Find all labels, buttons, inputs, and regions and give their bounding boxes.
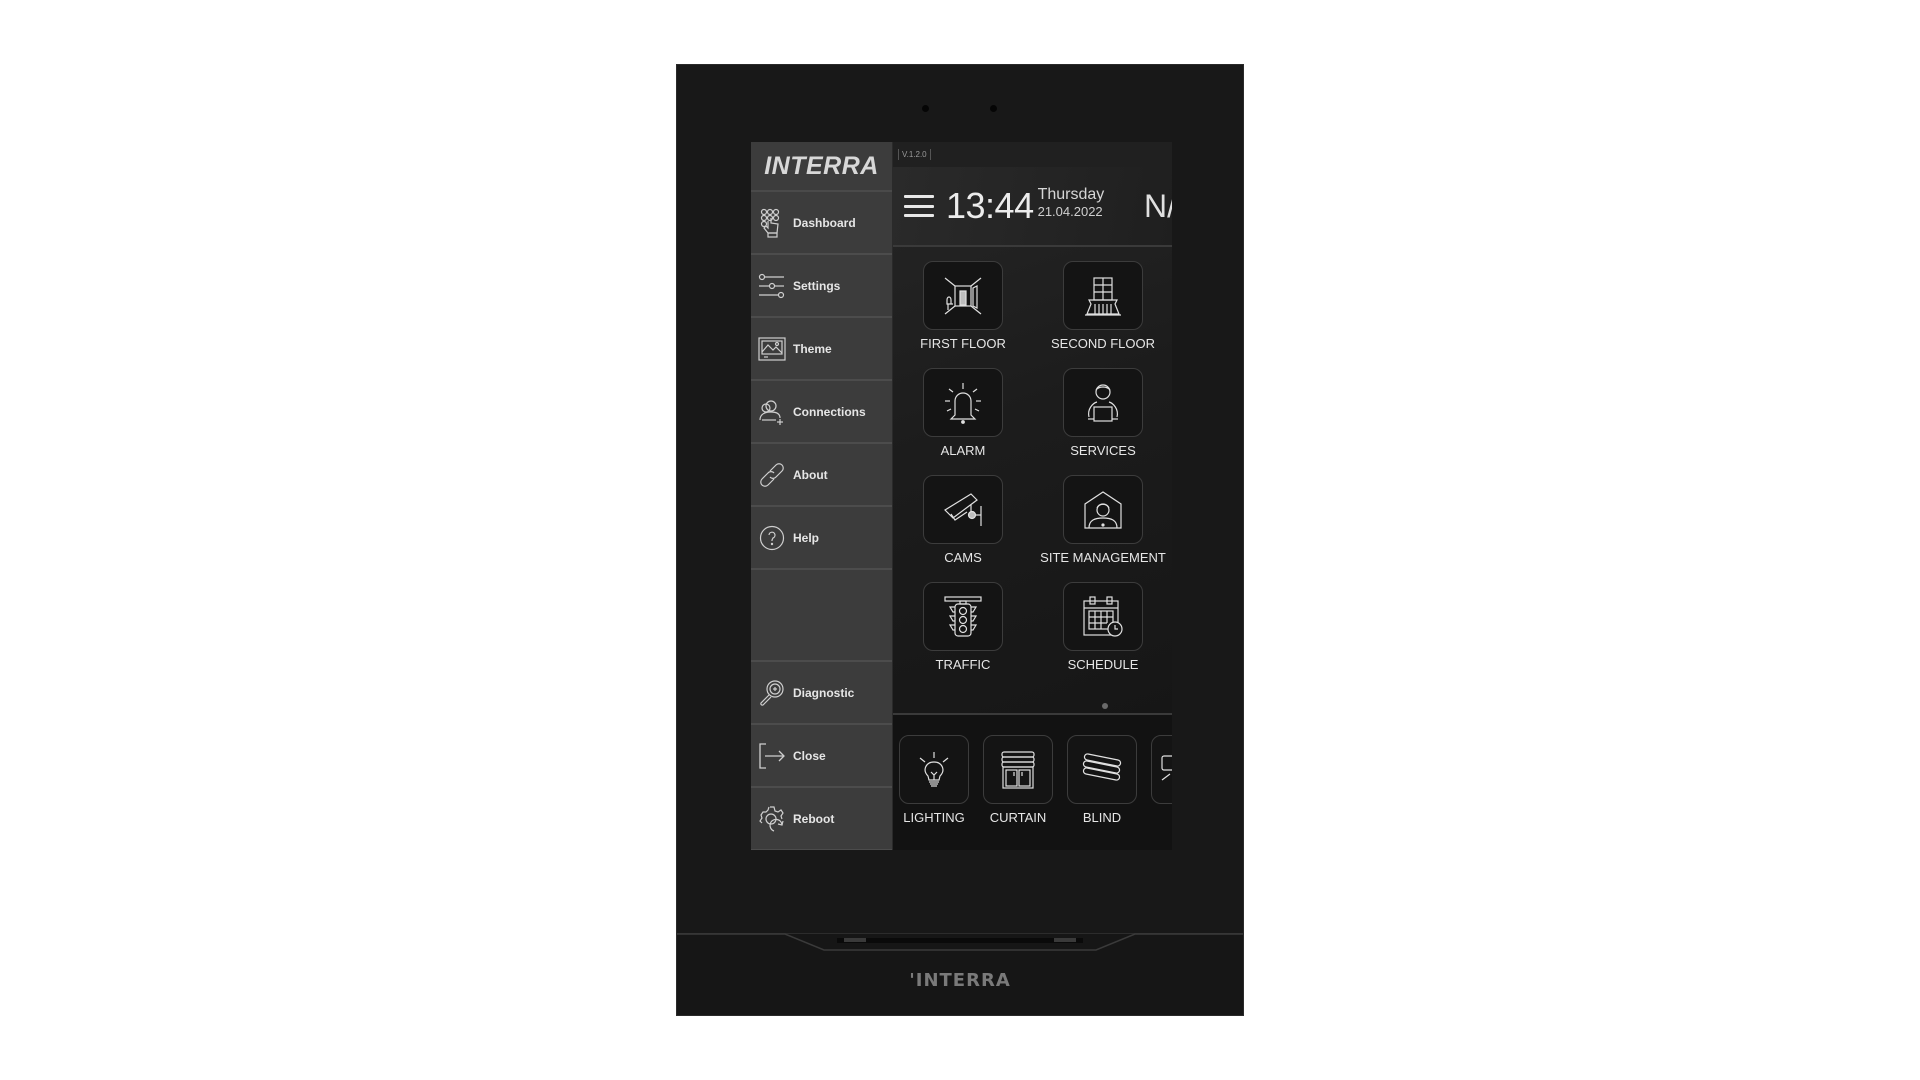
sidebar-item-label: Dashboard xyxy=(793,215,856,230)
tile-icon-box xyxy=(983,735,1053,804)
security-camera-icon xyxy=(944,492,982,526)
date-label: 21.04.2022 xyxy=(1037,203,1103,219)
tile-icon-box xyxy=(1063,368,1143,437)
balcony-window-icon xyxy=(1085,276,1121,316)
header-right-text: N/ xyxy=(1144,187,1172,224)
header: 13:44 Thursday 21.04.2022 N/ xyxy=(893,167,1172,247)
sidebar-item-label: Settings xyxy=(793,278,841,293)
link-icon xyxy=(757,460,787,490)
sidebar-item-label: Diagnostic xyxy=(793,685,855,700)
blind-icon xyxy=(1082,752,1122,781)
clock-time: 13:44 xyxy=(946,185,1034,226)
tile-schedule[interactable]: SCHEDULE xyxy=(1033,582,1172,689)
tile-label: CAMS xyxy=(944,550,982,565)
partial-tile-icon xyxy=(1161,754,1172,780)
tile-label: FIRST FLOOR xyxy=(920,336,1006,351)
tile-icon-box xyxy=(923,582,1003,651)
tile-second-floor[interactable]: SECOND FLOOR xyxy=(1033,261,1172,368)
house-person-icon xyxy=(1084,490,1122,529)
tile-label: LIGHTING xyxy=(903,810,965,825)
tile-label: SERVICES xyxy=(1070,443,1136,458)
tile-icon-box xyxy=(1063,475,1143,544)
sidebar-item-connections[interactable]: Connections xyxy=(751,381,892,444)
sidebar: INTERRA Dashboard Settings Theme Connect… xyxy=(751,142,893,850)
exit-icon xyxy=(757,741,787,771)
menu-icon-bar xyxy=(904,214,934,217)
tile-traffic[interactable]: TRAFFIC xyxy=(893,582,1033,689)
sidebar-item-label: Theme xyxy=(793,341,832,356)
tile-label: BLIND xyxy=(1082,810,1122,825)
help-circle-icon xyxy=(757,523,787,553)
tile-icon-box xyxy=(1063,261,1143,330)
camera-sensor-right xyxy=(990,105,997,112)
sidebar-item-label: Reboot xyxy=(793,811,835,826)
version-label: V.1.2.0 xyxy=(898,149,931,160)
sidebar-item-label: About xyxy=(793,467,828,482)
app-logo: INTERRA xyxy=(751,142,892,192)
tile-cams[interactable]: CAMS xyxy=(893,475,1033,582)
magnifier-plus-icon xyxy=(757,678,787,708)
hamburger-menu-button[interactable] xyxy=(904,195,934,217)
person-laptop-icon xyxy=(1088,383,1118,422)
tile-icon-box xyxy=(923,368,1003,437)
dock-lighting[interactable]: LIGHTING xyxy=(899,735,969,825)
dock-blind[interactable]: BLIND xyxy=(1067,735,1137,825)
date-block: Thursday 21.04.2022 xyxy=(1038,186,1105,219)
touch-screen: INTERRA Dashboard Settings Theme Connect… xyxy=(751,142,1172,850)
page-indicator-dot[interactable] xyxy=(1102,703,1108,709)
sidebar-item-label: Connections xyxy=(793,404,866,419)
sliders-icon xyxy=(757,271,787,301)
sidebar-item-about[interactable]: About xyxy=(751,444,892,507)
sidebar-item-settings[interactable]: Settings xyxy=(751,255,892,318)
light-bulb-icon xyxy=(919,751,949,787)
tile-grid: FIRST FLOOR SECOND FLOOR ALARM SERVICES … xyxy=(893,247,1172,689)
day-of-week: Thursday xyxy=(1037,185,1105,203)
sidebar-item-help[interactable]: Help xyxy=(751,507,892,570)
tile-label: CURTAIN xyxy=(989,810,1047,825)
tile-alarm[interactable]: ALARM xyxy=(893,368,1033,475)
device-notch xyxy=(677,933,1243,951)
user-add-icon xyxy=(757,397,787,427)
status-strip: V.1.2.0 xyxy=(893,142,1172,167)
tile-icon-box xyxy=(923,475,1003,544)
camera-sensor-left xyxy=(922,105,929,112)
sidebar-item-diagnostic[interactable]: Diagnostic xyxy=(751,662,892,725)
room-icon xyxy=(944,277,982,314)
sidebar-item-reboot[interactable]: Reboot xyxy=(751,788,892,850)
device-brand-logo: 'INTERRA xyxy=(909,970,1011,991)
tile-services[interactable]: SERVICES xyxy=(1033,368,1172,475)
tile-label: ALARM xyxy=(940,443,986,458)
dock-curtain[interactable]: CURTAIN xyxy=(983,735,1053,825)
calendar-clock-icon xyxy=(1083,595,1123,637)
hand-keypad-icon xyxy=(757,208,787,238)
tile-label: SCHEDULE xyxy=(1067,657,1139,672)
sidebar-item-close[interactable]: Close xyxy=(751,725,892,788)
dock-partial-tile[interactable] xyxy=(1151,735,1172,825)
main-dashboard: V.1.2.0 13:44 Thursday 21.04.2022 N/ xyxy=(893,142,1172,850)
tile-first-floor[interactable]: FIRST FLOOR xyxy=(893,261,1033,368)
tile-icon-box xyxy=(1063,582,1143,651)
gear-refresh-icon xyxy=(757,804,787,834)
quick-dock: LIGHTING CURTAIN BLIND xyxy=(893,713,1172,850)
menu-icon-bar xyxy=(904,195,934,198)
curtain-icon xyxy=(1001,750,1035,789)
tile-icon-box xyxy=(1067,735,1137,804)
sidebar-item-dashboard[interactable]: Dashboard xyxy=(751,192,892,255)
traffic-light-icon xyxy=(944,595,982,637)
sidebar-spacer xyxy=(751,570,892,662)
tile-label: SITE MANAGEMENT xyxy=(1040,550,1166,565)
tile-icon-box xyxy=(899,735,969,804)
tile-label: TRAFFIC xyxy=(935,657,991,672)
tile-icon-box xyxy=(1151,735,1172,804)
menu-icon-bar xyxy=(904,204,934,208)
alarm-bell-icon xyxy=(945,382,981,424)
tile-label: SECOND FLOOR xyxy=(1050,336,1155,351)
sidebar-item-label: Close xyxy=(793,748,826,763)
tile-icon-box xyxy=(923,261,1003,330)
image-frame-icon xyxy=(757,334,787,364)
tile-site-management[interactable]: SITE MANAGEMENT xyxy=(1033,475,1172,582)
sidebar-item-theme[interactable]: Theme xyxy=(751,318,892,381)
sidebar-item-label: Help xyxy=(793,530,820,545)
